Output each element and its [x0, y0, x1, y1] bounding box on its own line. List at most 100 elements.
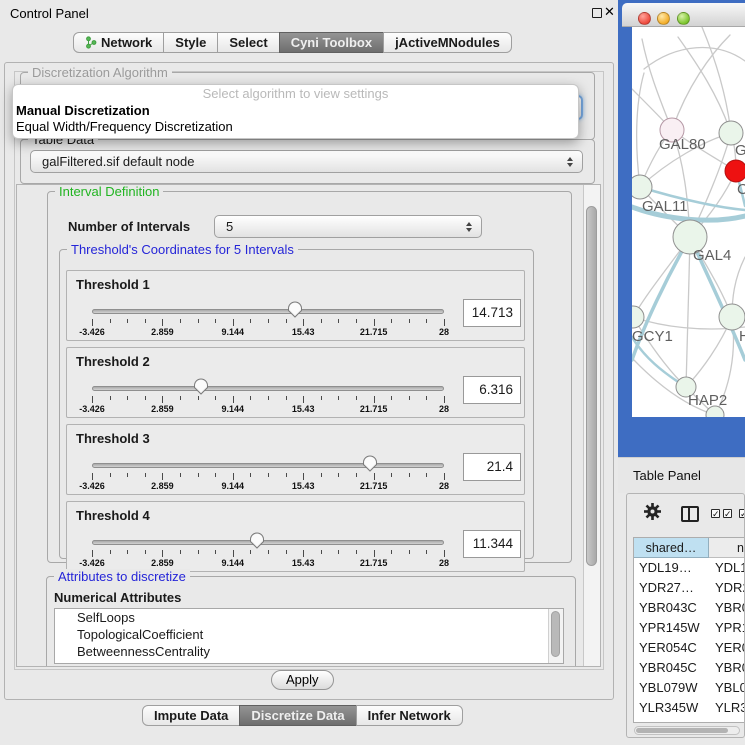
minor-tick [286, 550, 287, 554]
checkbox-icon[interactable]: ✓ [723, 509, 732, 518]
threshold-slider-track[interactable] [92, 309, 444, 314]
table-row-yil052c[interactable]: YIL052CYIL0 [634, 718, 745, 723]
tab-network[interactable]: Network [73, 32, 164, 53]
network-node-normal[interactable] [632, 175, 652, 199]
threshold-value-field[interactable]: 14.713 [463, 299, 521, 327]
network-canvas[interactable]: GAL80GACGAL11GAL4GCY1HHAP2 [632, 27, 745, 417]
tab-discretize-data-label: Discretize Data [251, 706, 344, 725]
network-window-titlebar[interactable] [622, 3, 745, 27]
minor-tick [268, 319, 269, 323]
column-header-shared-name[interactable]: shared… [634, 538, 709, 558]
tab-infer-network[interactable]: Infer Network [356, 705, 463, 726]
cell-shared-name: YPR145W [639, 618, 707, 638]
close-traffic-light[interactable] [638, 12, 651, 25]
screenshot-root: { "icons": {"check": "✓", "close": "✕"},… [0, 0, 745, 745]
numerical-attributes-list[interactable]: SelfLoopsTopologicalCoefficientBetweenne… [54, 608, 564, 664]
table-scrollbar-thumb[interactable] [636, 728, 728, 733]
cell-shared-name: YDL19… [639, 558, 707, 578]
tick-label: 21.715 [360, 404, 388, 414]
table-row-ybr045c[interactable]: YBR045CYBR0 [634, 658, 745, 678]
checkbox-icon[interactable]: ✓ [711, 509, 720, 518]
cell-name: YDR2 [715, 578, 745, 598]
tab-cyni-toolbox[interactable]: Cyni Toolbox [279, 32, 384, 53]
table-row-yer054c[interactable]: YER054CYER0 [634, 638, 745, 658]
minor-tick [250, 473, 251, 477]
cell-shared-name: YDR27… [639, 578, 707, 598]
major-tick [444, 319, 445, 326]
major-tick [162, 396, 163, 403]
threshold-value-field[interactable]: 11.344 [463, 530, 521, 558]
node-label-gcy1: GCY1 [632, 328, 673, 345]
minor-tick [198, 550, 199, 554]
combo-arrows-icon [562, 157, 578, 167]
tab-discretize-data[interactable]: Discretize Data [239, 705, 356, 726]
minor-tick [180, 396, 181, 400]
tab-impute-data-label: Impute Data [154, 706, 228, 725]
numerical-attributes-label: Numerical Attributes [54, 590, 181, 605]
table-data-combobox[interactable]: galFiltered.sif default node [30, 150, 583, 173]
column-header-name[interactable]: n [709, 538, 745, 558]
attributes-groupbox: Attributes to discretize Numerical Attri… [46, 576, 576, 667]
minimize-traffic-light[interactable] [657, 12, 670, 25]
tab-jactivemnodules[interactable]: jActiveMNodules [383, 32, 512, 53]
attribute-item-selfloops[interactable]: SelfLoops [55, 609, 563, 626]
gear-icon[interactable] [644, 503, 661, 520]
threshold-slider-track[interactable] [92, 540, 444, 545]
threshold-slider-thumb[interactable] [287, 301, 303, 318]
tab-impute-data[interactable]: Impute Data [142, 705, 240, 726]
threshold-slider-thumb[interactable] [362, 455, 378, 472]
table-horizontal-scrollbar[interactable] [634, 726, 740, 735]
table-row-ydl19[interactable]: YDL19…YDL1 [634, 558, 745, 578]
threshold-slider-track[interactable] [92, 463, 444, 468]
dropdown-option-manual-discretization[interactable]: Manual Discretization [13, 103, 578, 119]
settings-scrollbar-thumb[interactable] [586, 206, 597, 566]
attribute-item-topologicalcoefficient[interactable]: TopologicalCoefficient [55, 626, 563, 643]
major-tick [92, 319, 93, 326]
tick-label: 15.43 [292, 404, 315, 414]
list-scrollbar[interactable] [548, 609, 563, 663]
major-tick [303, 473, 304, 480]
network-node-normal[interactable] [632, 306, 644, 328]
threshold-slider-track[interactable] [92, 386, 444, 391]
float-window-icon[interactable] [592, 8, 602, 18]
minor-tick [180, 319, 181, 323]
table-row-ypr145w[interactable]: YPR145WYPR1 [634, 618, 745, 638]
minor-tick [268, 473, 269, 477]
minor-tick [391, 396, 392, 400]
network-node-red[interactable] [725, 160, 745, 182]
settings-scrollpane: Interval Definition Number of Intervals … [16, 184, 601, 667]
minor-tick [321, 319, 322, 323]
threshold-slider-thumb[interactable] [249, 532, 265, 549]
node-attribute-table[interactable]: shared… n YDL19…YDL1YDR27…YDR2YBR043CYBR… [633, 537, 745, 723]
network-node-normal[interactable] [719, 304, 745, 330]
tab-style[interactable]: Style [163, 32, 218, 53]
apply-button[interactable]: Apply [271, 670, 334, 690]
checkbox-icon[interactable]: ✓ [739, 509, 745, 518]
threshold-value-field[interactable]: 21.4 [463, 453, 521, 481]
tab-select[interactable]: Select [217, 32, 279, 53]
attribute-item-betweennesscentrality[interactable]: BetweennessCentrality [55, 643, 563, 660]
threshold-slider-thumb[interactable] [193, 378, 209, 395]
table-row-ylr345w[interactable]: YLR345WYLR3 [634, 698, 745, 718]
cell-shared-name: YBR043C [639, 598, 707, 618]
network-edge [686, 237, 690, 387]
split-columns-icon[interactable] [681, 506, 699, 522]
num-intervals-combobox[interactable]: 5 [214, 215, 482, 238]
tick-label: 2.859 [151, 404, 174, 414]
table-row-ybl079w[interactable]: YBL079WYBL0 [634, 678, 745, 698]
minor-tick [426, 473, 427, 477]
dropdown-option-equal-width-frequency-discretization[interactable]: Equal Width/Frequency Discretization [13, 119, 578, 135]
close-icon[interactable]: ✕ [604, 4, 615, 20]
threshold-value-field[interactable]: 6.316 [463, 376, 521, 404]
table-row-ybr043c[interactable]: YBR043CYBR0 [634, 598, 745, 618]
minor-tick [215, 319, 216, 323]
dropdown-options: Manual DiscretizationEqual Width/Frequen… [13, 103, 578, 135]
zoom-traffic-light[interactable] [677, 12, 690, 25]
table-row-ydr27[interactable]: YDR27… YDR2 [634, 578, 745, 598]
network-edge [642, 39, 672, 130]
list-scrollbar-thumb[interactable] [551, 611, 560, 657]
table-panel-title: Table Panel [633, 468, 701, 483]
node-label-gal80: GAL80 [659, 136, 706, 153]
minor-tick [426, 319, 427, 323]
tick-label: 28 [439, 327, 449, 337]
